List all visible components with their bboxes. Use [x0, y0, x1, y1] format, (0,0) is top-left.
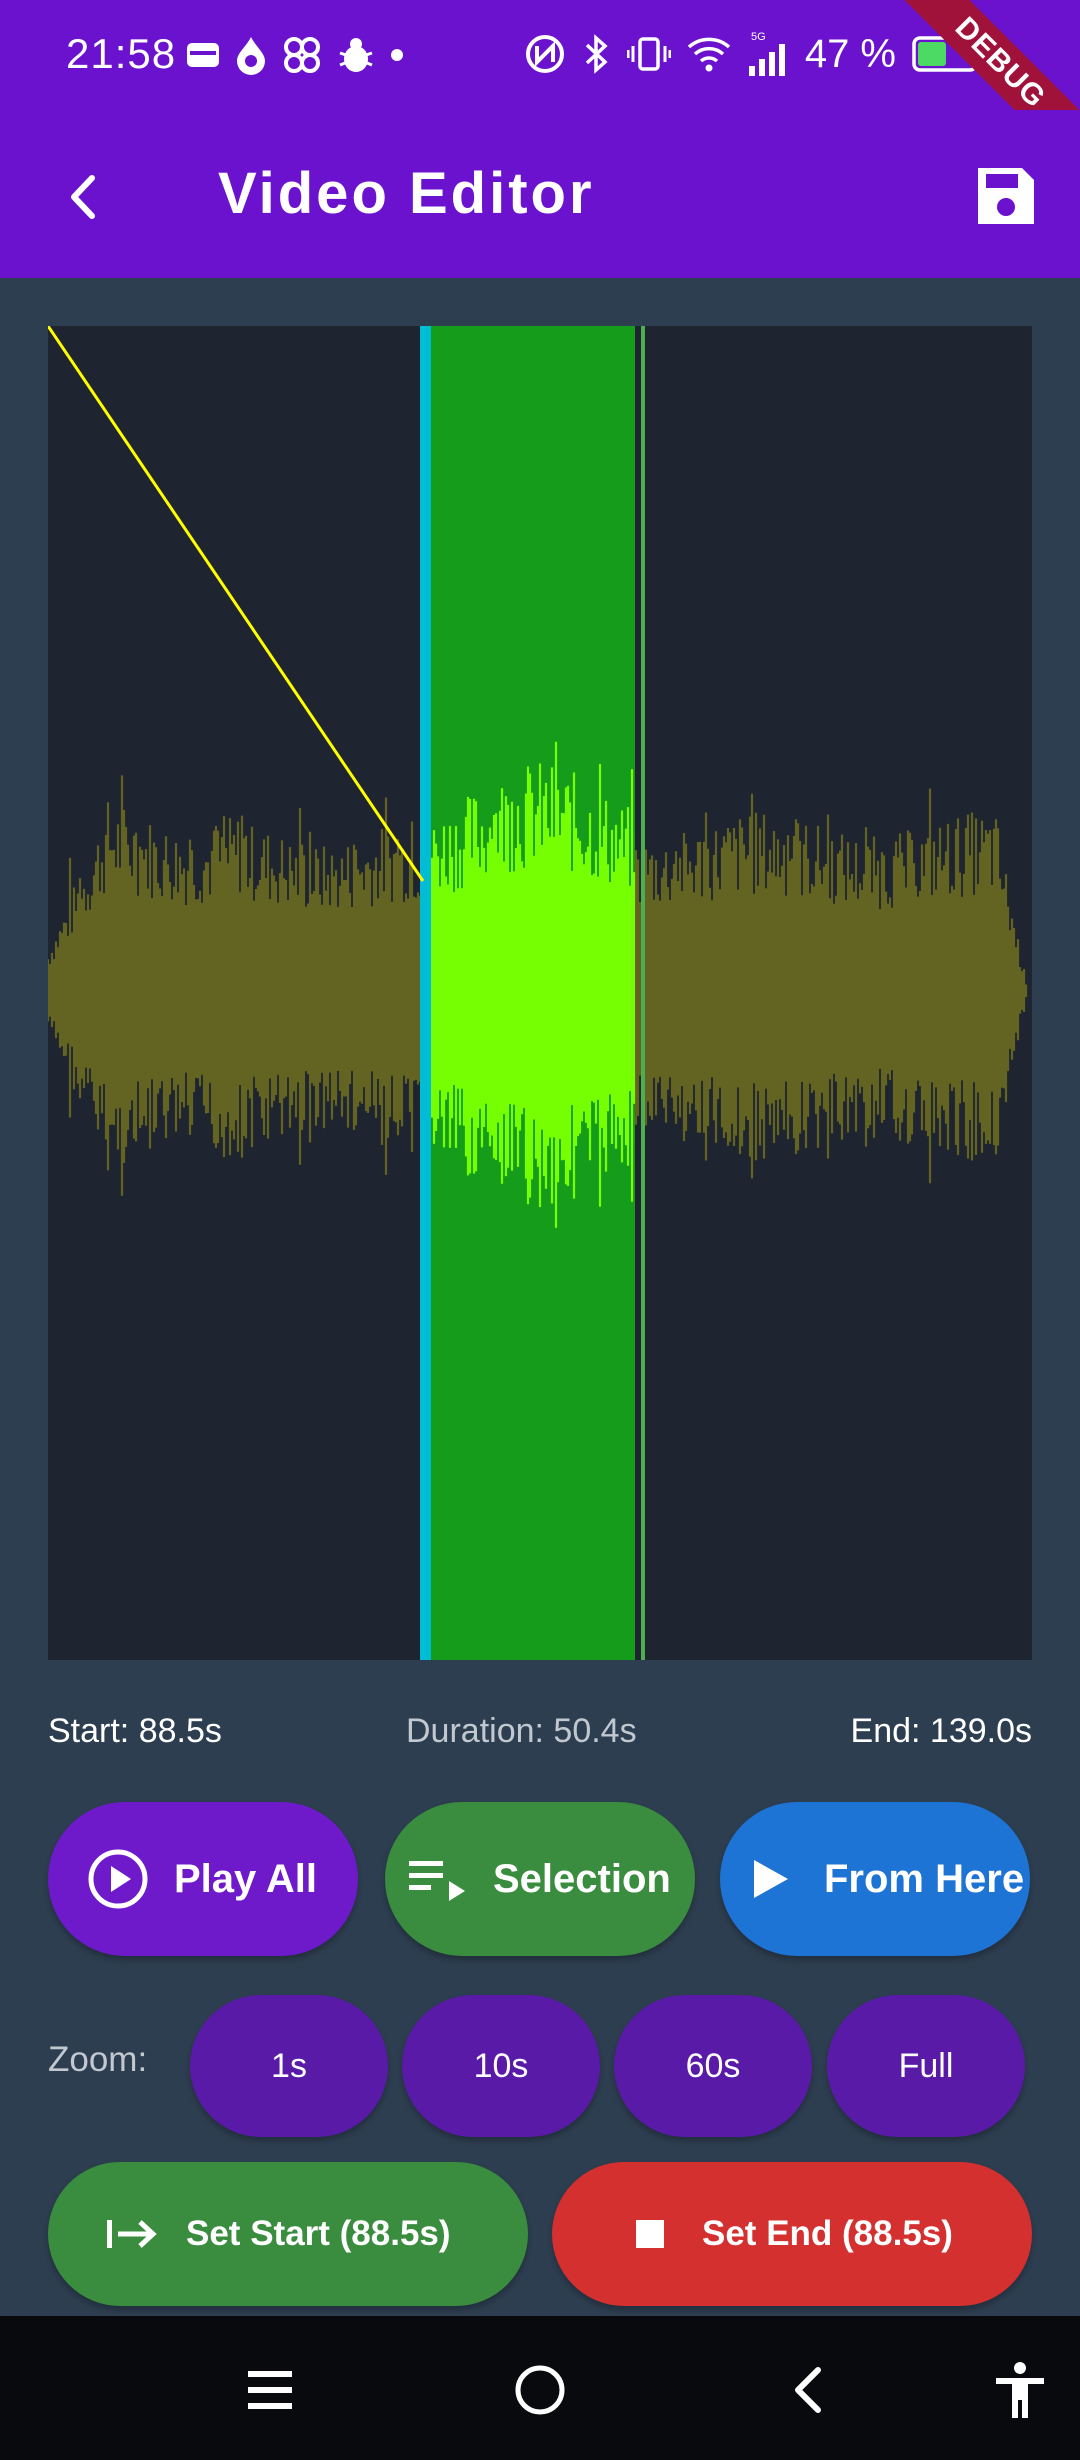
accessibility-icon[interactable] — [990, 2360, 1050, 2420]
position-indicator-line — [48, 326, 425, 882]
selection-label: Selection — [493, 1856, 671, 1901]
bluetooth-icon — [585, 34, 608, 74]
set-start-button[interactable]: Set Start (88.5s) — [48, 2162, 528, 2306]
set-end-button[interactable]: Set End (88.5s) — [552, 2162, 1032, 2306]
start-time-label: Start: 88.5s — [48, 1712, 222, 1750]
status-left-icons — [186, 30, 404, 80]
waveform-canvas[interactable] — [48, 326, 1032, 1660]
battery-percent: 47 % — [804, 31, 896, 76]
save-button[interactable] — [972, 162, 1040, 230]
play-from-here-button[interactable]: From Here — [720, 1802, 1030, 1956]
app-bar: Video Editor — [0, 110, 1080, 278]
from-here-label: From Here — [824, 1856, 1025, 1901]
home-icon[interactable] — [510, 2360, 570, 2420]
system-nav-bar — [0, 2316, 1080, 2460]
playlist-play-icon — [409, 1861, 465, 1901]
play-circle-icon — [88, 1849, 148, 1909]
zoom-label: Zoom: — [48, 2040, 148, 2079]
drop-icon — [237, 37, 265, 75]
back-icon[interactable] — [780, 2360, 840, 2420]
zoom-60s-button[interactable]: 60s — [614, 1995, 812, 2137]
zoom-1s-button[interactable]: 1s — [190, 1995, 388, 2137]
bug-icon — [339, 38, 373, 72]
play-icon — [754, 1860, 788, 1898]
wifi-icon — [687, 37, 730, 72]
start-marker-icon — [107, 2220, 157, 2248]
fan-icon — [284, 37, 320, 73]
nfc-icon — [525, 35, 564, 73]
end-marker — [641, 326, 645, 1660]
chevron-left-icon — [71, 175, 95, 219]
play-selection-button[interactable]: Selection — [385, 1802, 695, 1956]
set-end-label: Set End (88.5s) — [702, 2214, 953, 2253]
end-time-label: End: 139.0s — [850, 1712, 1032, 1750]
play-all-button[interactable]: Play All — [48, 1802, 358, 1956]
zoom-full-button[interactable]: Full — [827, 1995, 1025, 2137]
selection-info: Start: 88.5s Duration: 50.4s End: 139.0s — [48, 1712, 1032, 1762]
zoom-10s-button[interactable]: 10s — [402, 1995, 600, 2137]
svg-text:5G: 5G — [751, 31, 766, 43]
page-title: Video Editor — [218, 161, 595, 226]
duration-label: Duration: 50.4s — [406, 1712, 637, 1750]
vibrate-icon — [626, 37, 671, 71]
playhead-marker — [420, 326, 431, 1660]
wallet-icon — [187, 43, 219, 67]
waveform-view[interactable] — [48, 326, 1032, 1660]
dot-icon — [391, 49, 403, 61]
status-time: 21:58 — [66, 30, 177, 77]
signal-5g-icon: 5G — [748, 31, 785, 76]
set-start-label: Set Start (88.5s) — [186, 2214, 451, 2253]
status-bar: 21:58 5G 47 % DEBUG — [0, 0, 1080, 186]
back-button[interactable] — [52, 164, 118, 230]
status-right-icons: 5G 47 % — [525, 28, 984, 80]
save-icon — [978, 168, 1034, 224]
stop-icon — [636, 2220, 664, 2248]
menu-icon[interactable] — [240, 2360, 300, 2420]
play-all-label: Play All — [174, 1856, 318, 1901]
